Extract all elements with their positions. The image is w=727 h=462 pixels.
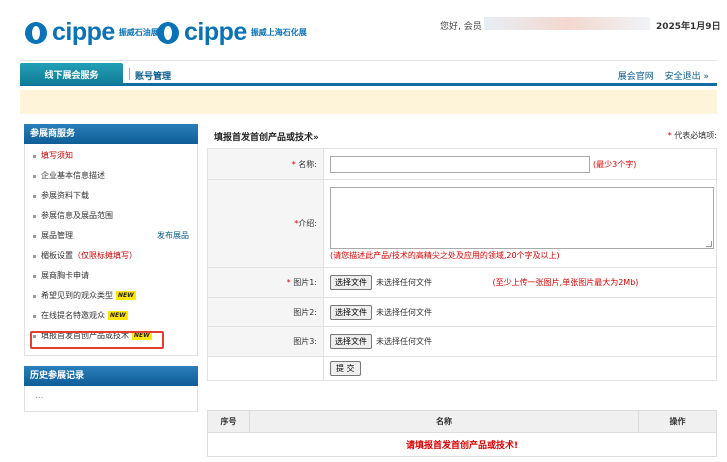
sidebar-item-label: 希望见到的观众类型 [41, 291, 113, 300]
required-note: * 代表必填项: [668, 130, 717, 141]
sidebar-item-note: （仅限标摊填写） [73, 251, 137, 260]
submit-cell: 提 交 [323, 356, 717, 381]
image1-label-text: 图片1: [293, 278, 317, 287]
image3-cell: 选择文件 未选择任何文件 [323, 326, 717, 357]
tab-account-management[interactable]: 账号管理 [135, 69, 171, 82]
current-date: 2025年1月9日 [656, 22, 721, 32]
column-header-index: 序号 [207, 410, 250, 433]
intro-label: *介绍: [207, 179, 324, 268]
notice-banner [20, 90, 717, 114]
name-label-text: 名称: [298, 159, 317, 169]
form-row-image1: * 图片1: 选择文件 未选择任何文件 (至少上传一张图片,单张图片最大为2Mb) [207, 267, 717, 298]
sidebar-section-title: 参展商服务 [24, 124, 198, 144]
sidebar-item-audience-type[interactable]: 希望见到的观众类型 NEW [25, 286, 197, 306]
sidebar-item-label: 参展信息及展品范围 [41, 211, 113, 220]
image-hint: (至少上传一张图片,单张图片最大为2Mb) [492, 278, 639, 287]
no-file-text: 未选择任何文件 [376, 337, 432, 346]
main-nav: 线下展会服务 账号管理 展会官网 安全退出 » [20, 60, 717, 86]
column-header-name: 名称 [249, 410, 639, 433]
name-cell: (最少3个字) [323, 148, 717, 180]
form-row-name: * 名称: (最少3个字) [207, 148, 717, 180]
name-input[interactable] [330, 155, 590, 173]
name-hint: (最少3个字) [593, 159, 637, 169]
intro-hint: (请您描述此产品/技术的高精尖之处及应用的领域,20个字及以上) [330, 251, 560, 260]
submitted-products-table: 序号 名称 操作 请填报首发首创产品或技术! [207, 410, 717, 457]
form-row-intro: *介绍: (请您描述此产品/技术的高精尖之处及应用的领域,20个字及以上) [207, 179, 717, 268]
sidebar-item-nominate-visitors[interactable]: 在线提名特邀观众 NEW [25, 306, 197, 326]
new-badge: NEW [116, 291, 136, 300]
page-title: 填报首发首创产品或技术» [214, 133, 319, 143]
sidebar-item-label: 填写须知 [41, 151, 73, 160]
image3-label: 图片3: [207, 326, 324, 357]
empty-message: 请填报首发首创产品或技术! [207, 432, 717, 457]
site-header: cippe 振威石油展 cippe 振威上海石化展 您好, 会员 2025年1月… [0, 0, 727, 60]
column-header-actions: 操作 [638, 410, 717, 433]
cippe-shanghai-logo[interactable]: cippe 振威上海石化展 [157, 18, 307, 47]
sidebar-item-instructions[interactable]: 填写须知 [25, 146, 197, 166]
logout-link[interactable]: 安全退出 » [665, 72, 709, 82]
intro-label-text: 介绍: [298, 219, 317, 228]
intro-textarea[interactable] [330, 187, 714, 249]
form-row-submit: 提 交 [207, 356, 717, 381]
form-row-image3: 图片3: 选择文件 未选择任何文件 [207, 326, 717, 357]
cippe-logo-icon [157, 21, 179, 44]
choose-file-button[interactable]: 选择文件 [330, 275, 372, 290]
sidebar-item-company-info[interactable]: 企业基本信息描述 [25, 166, 197, 186]
redacted-member-name [484, 17, 650, 30]
image2-cell: 选择文件 未选择任何文件 [323, 297, 717, 327]
nav-right-links: 展会官网 安全退出 » [610, 69, 709, 82]
image1-label: * 图片1: [207, 267, 324, 298]
name-label: * 名称: [207, 148, 324, 180]
no-file-text: 未选择任何文件 [376, 278, 432, 287]
cippe-logo-icon [25, 21, 47, 44]
image1-cell: 选择文件 未选择任何文件 (至少上传一张图片,单张图片最大为2Mb) [323, 267, 717, 298]
highlight-outline [30, 331, 164, 349]
logo-word: cippe [184, 18, 247, 46]
form-row-image2: 图片2: 选择文件 未选择任何文件 [207, 297, 717, 327]
sidebar-item-product-management[interactable]: 展品管理 发布展品 [25, 226, 197, 246]
sidebar-menu: 填写须知 企业基本信息描述 参展资料下载 参展信息及展品范围 展品管理 发布展品… [24, 144, 198, 356]
submit-label-cell [207, 356, 324, 381]
history-placeholder: ... [35, 391, 44, 401]
tab-offline-exhibition-services[interactable]: 线下展会服务 [20, 63, 123, 85]
member-greeting: 您好, 会员 [440, 22, 482, 32]
choose-file-button[interactable]: 选择文件 [330, 304, 372, 320]
sidebar-item-downloads[interactable]: 参展资料下载 [25, 186, 197, 206]
logo-subtitle: 振威上海石化展 [250, 28, 307, 37]
sidebar-item-fascia-settings[interactable]: 楣板设置（仅限标摊填写） [25, 246, 197, 266]
nav-divider [129, 68, 130, 80]
new-badge: NEW [108, 311, 128, 320]
table-header-row: 序号 名称 操作 [207, 410, 717, 433]
publish-product-link[interactable]: 发布展品 [157, 226, 189, 246]
sidebar-item-exhibit-scope[interactable]: 参展信息及展品范围 [25, 206, 197, 226]
sidebar-item-label: 在线提名特邀观众 [41, 311, 105, 320]
logo-subtitle: 振威石油展 [118, 28, 159, 37]
required-star: * [667, 131, 672, 140]
required-note-text: 代表必填项: [674, 131, 717, 140]
submit-button[interactable]: 提 交 [330, 361, 361, 376]
no-file-text: 未选择任何文件 [376, 307, 432, 317]
sidebar-item-label: 参展资料下载 [41, 191, 89, 200]
cippe-logo[interactable]: cippe 振威石油展 [25, 18, 159, 47]
official-site-link[interactable]: 展会官网 [618, 72, 654, 82]
history-section-title: 历史参展记录 [24, 366, 198, 386]
sidebar-item-label: 展商胸卡申请 [41, 271, 89, 280]
sidebar-item-label: 楣板设置 [41, 251, 73, 260]
sidebar-item-label: 展品管理 [41, 231, 73, 240]
intro-cell: (请您描述此产品/技术的高精尖之处及应用的领域,20个字及以上) [323, 179, 717, 268]
image2-label: 图片2: [207, 297, 324, 327]
sidebar-item-label: 企业基本信息描述 [41, 171, 105, 180]
product-form: * 名称: (最少3个字) *介绍: (请您描述此产品/技术的高精尖之处及应用的… [207, 148, 717, 381]
choose-file-button[interactable]: 选择文件 [330, 334, 372, 349]
history-list: ... [24, 386, 198, 412]
logo-word: cippe [52, 18, 115, 46]
table-row: 请填报首发首创产品或技术! [207, 432, 717, 457]
sidebar-item-badge-application[interactable]: 展商胸卡申请 [25, 266, 197, 286]
